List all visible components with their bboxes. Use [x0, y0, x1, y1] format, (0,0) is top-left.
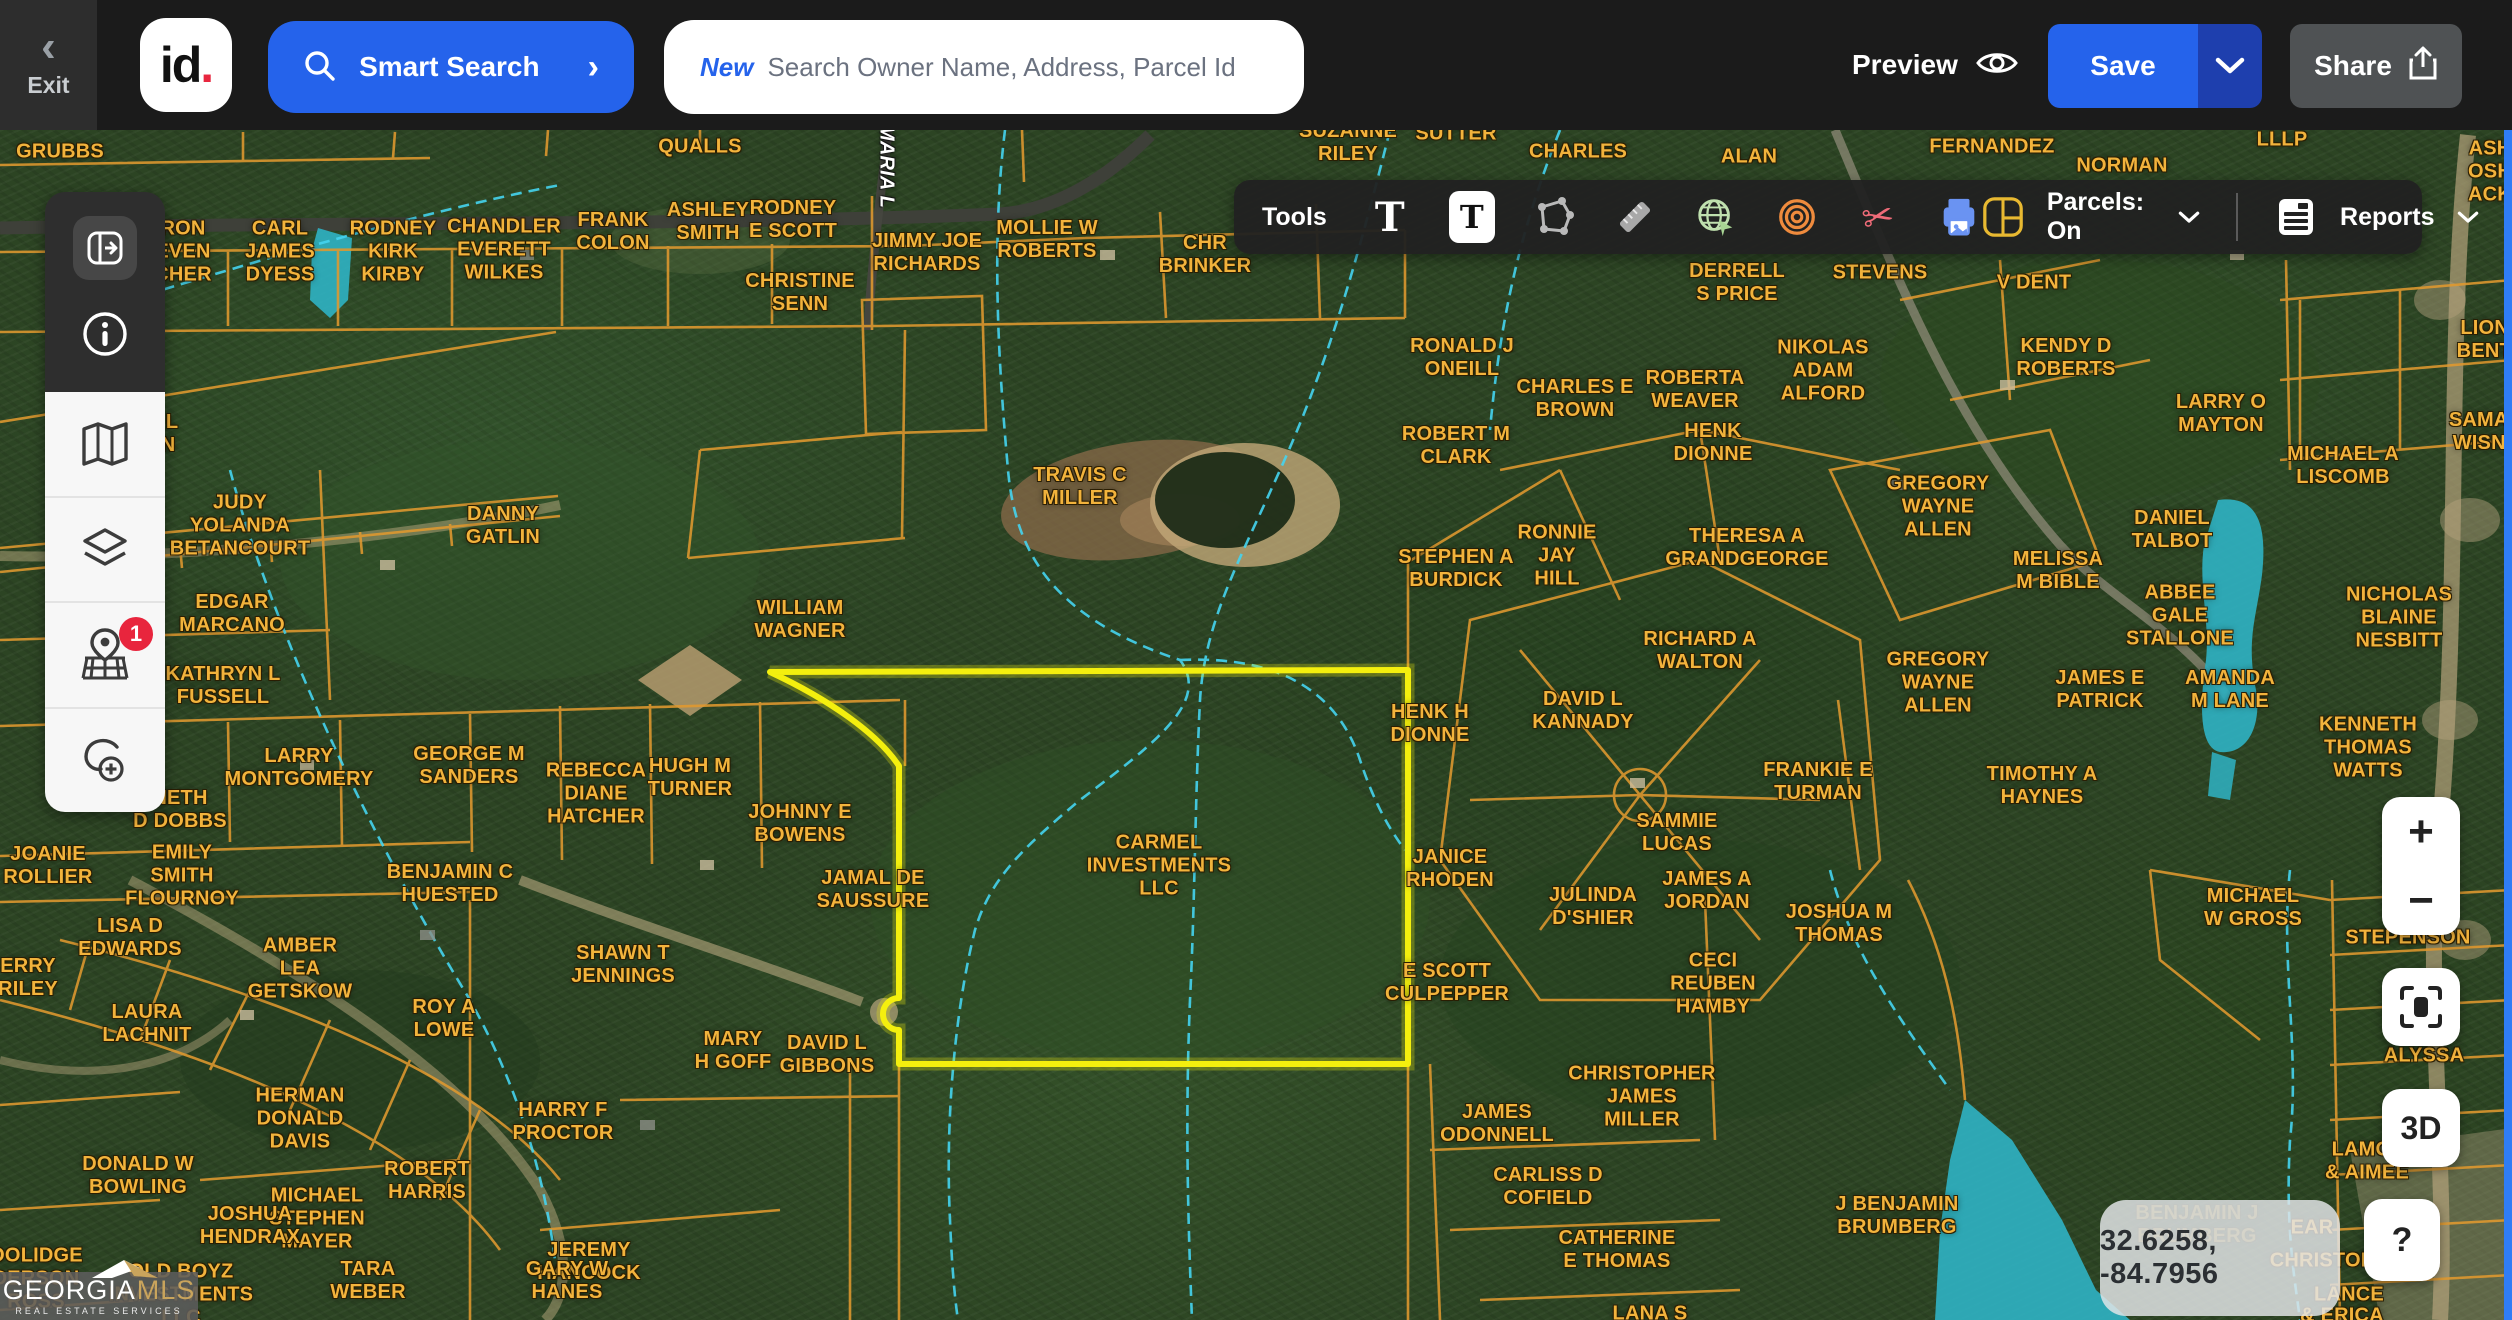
info-icon: [79, 308, 131, 360]
sidebar-item-basemap[interactable]: [45, 392, 165, 496]
ruler-tool-icon[interactable]: [1613, 193, 1657, 241]
frame-center-icon: [2398, 984, 2444, 1030]
polygon-tool-icon[interactable]: [1532, 193, 1576, 241]
help-button[interactable]: ?: [2364, 1199, 2440, 1281]
sidebar-light-section: 1: [45, 392, 165, 812]
tools-label: Tools: [1262, 203, 1327, 232]
preview-label: Preview: [1852, 49, 1958, 81]
search-input[interactable]: [765, 51, 1304, 84]
brand-tagline: REAL ESTATE SERVICES: [15, 1307, 182, 1316]
rings-tool-icon[interactable]: [1775, 193, 1819, 241]
logo-dot: .: [200, 36, 212, 94]
recenter-button[interactable]: [2382, 968, 2460, 1046]
chevron-down-icon[interactable]: [2178, 209, 2200, 226]
zoom-in-button[interactable]: +: [2408, 810, 2434, 854]
panel-expand-button[interactable]: [73, 216, 137, 280]
lasso-add-icon: [79, 735, 131, 785]
sidebar-item-map-pins[interactable]: 1: [45, 601, 165, 707]
basemap-icon: [79, 421, 131, 467]
share-icon: [2408, 45, 2438, 88]
viewport-edge-accent: [2504, 130, 2512, 1320]
notification-badge: 1: [119, 617, 153, 651]
left-sidebar: 1: [45, 192, 165, 812]
sidebar-item-add-area[interactable]: [45, 707, 165, 813]
cut-tool-icon[interactable]: ✂: [1851, 189, 1904, 245]
layers-icon: [79, 526, 131, 572]
chevron-down-icon: [2215, 57, 2245, 75]
globe-select-tool-icon[interactable]: [1694, 193, 1738, 241]
chevron-right-icon: ›: [588, 48, 599, 87]
save-button[interactable]: Save: [2048, 24, 2198, 108]
parcels-toggle-label[interactable]: Parcels: On: [2047, 188, 2157, 246]
text-tool-icon[interactable]: T: [1368, 193, 1412, 241]
reports-label[interactable]: Reports: [2340, 203, 2434, 232]
sidebar-dark-section: [45, 192, 165, 392]
exit-button[interactable]: ‹ Exit: [0, 0, 97, 130]
three-d-button[interactable]: 3D: [2382, 1089, 2460, 1167]
share-button[interactable]: Share: [2290, 24, 2462, 108]
chevron-down-icon[interactable]: [2457, 209, 2479, 226]
search-icon: [303, 49, 337, 86]
georgia-mls-logo: GEORGIAMLS REAL ESTATE SERVICES: [0, 1272, 198, 1320]
zoom-control: + −: [2382, 797, 2460, 935]
text-box-tool-icon[interactable]: T: [1449, 191, 1495, 243]
tools-toolbar: Tools T T ✂: [1234, 180, 2422, 254]
save-button-group: Save: [2048, 24, 2262, 108]
exit-label: Exit: [27, 72, 69, 99]
toolbar-divider: [2236, 193, 2238, 241]
print-tool-icon[interactable]: [1937, 193, 1981, 241]
land-id-map-editor: ‹ Exit id. Smart Search › New Preview Sa…: [0, 0, 2512, 1320]
panel-expand-icon: [85, 228, 125, 268]
roof-icon: [90, 1258, 160, 1280]
sidebar-item-layers[interactable]: [45, 496, 165, 602]
new-badge: New: [700, 52, 753, 83]
map-canvas[interactable]: GRUBBSQUALLSEVANSSUZANNE RILEYSUTTERCHAR…: [0, 130, 2512, 1320]
top-bar: ‹ Exit id. Smart Search › New Preview Sa…: [0, 0, 2512, 130]
parcels-icon: [1981, 193, 2025, 241]
coordinates-readout: 32.6258, -84.7956: [2100, 1200, 2340, 1316]
reports-icon: [2274, 193, 2318, 241]
brand-mls: MLS: [137, 1277, 196, 1304]
preview-button[interactable]: Preview: [1852, 40, 2018, 90]
eye-icon: [1976, 48, 2018, 83]
app-logo[interactable]: id.: [140, 18, 232, 112]
map-artwork: [0, 130, 2512, 1320]
share-label: Share: [2314, 50, 2392, 82]
smart-search-button[interactable]: Smart Search ›: [268, 21, 634, 113]
search-input-wrapper: New: [664, 20, 1304, 114]
info-button[interactable]: [79, 308, 131, 365]
brand-georgia: GEORGIA: [3, 1277, 136, 1304]
back-chevron-icon: ‹: [41, 32, 56, 62]
smart-search-label: Smart Search: [359, 51, 540, 83]
zoom-out-button[interactable]: −: [2408, 879, 2434, 923]
save-dropdown-button[interactable]: [2198, 24, 2262, 108]
logo-text: id: [160, 36, 200, 94]
